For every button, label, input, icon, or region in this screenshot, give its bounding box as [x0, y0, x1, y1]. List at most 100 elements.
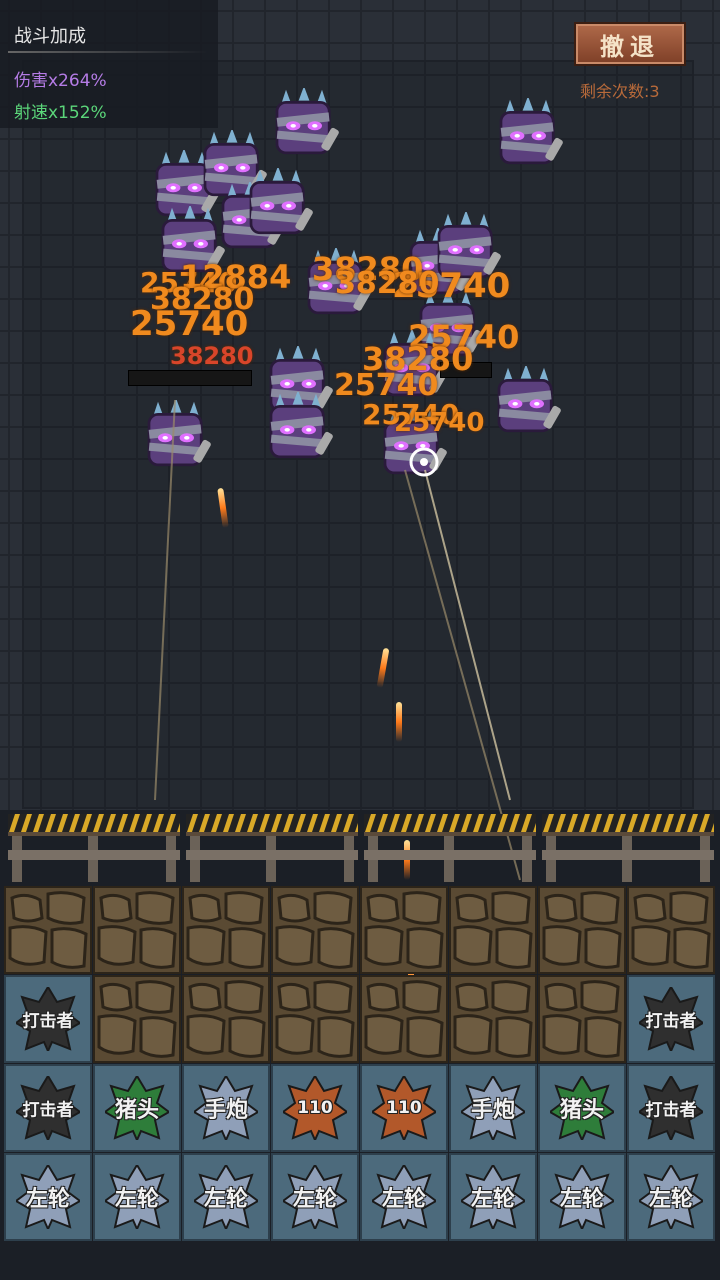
weapon-tile-label: 手炮: [203, 1098, 248, 1123]
bullet: [396, 702, 402, 742]
rock-texture: [364, 980, 444, 1058]
damage-bonus: 伤害x264%: [14, 71, 107, 91]
weapon-tile-label: 手炮: [470, 1098, 515, 1123]
barricade: [8, 814, 180, 882]
enemy-hp-bar: [128, 370, 252, 386]
rock-texture: [275, 980, 355, 1058]
weapon-tile[interactable]: 手炮: [459, 1074, 527, 1143]
board-rock-cell: [271, 975, 359, 1063]
weapon-tile[interactable]: 左轮: [370, 1163, 438, 1232]
weapon-tile[interactable]: 左轮: [281, 1163, 349, 1232]
board-slot[interactable]: 左轮: [4, 1153, 92, 1241]
rock-texture: [186, 891, 266, 969]
tracer-lines: [154, 399, 521, 881]
board-rock-cell: [271, 886, 359, 974]
weapon-tile-label: 打击者: [645, 1011, 697, 1032]
weapon-tile[interactable]: 打击者: [14, 1074, 82, 1143]
rock-texture: [453, 980, 533, 1058]
damage-number: 25740: [130, 304, 249, 344]
damage-number: 25740: [394, 408, 485, 438]
damage-number: 38280: [335, 266, 440, 301]
board-rock-cell: [182, 975, 270, 1063]
board-slot[interactable]: 左轮: [271, 1153, 359, 1241]
board-rock-cell: [538, 886, 626, 974]
weapon-tile-label: 左轮: [381, 1187, 426, 1212]
weapon-board: 打击者 打击者 打击者 猪头 手炮 110 110 手炮 猪头 打击者 左轮 左…: [4, 886, 716, 1242]
weapon-tile-label: 左轮: [470, 1187, 515, 1212]
weapon-tile-label: 左轮: [648, 1187, 693, 1212]
barricade: [364, 814, 536, 882]
weapon-tile-label: 左轮: [25, 1187, 70, 1212]
board-slot[interactable]: 猪头: [93, 1064, 181, 1152]
weapon-tile-label: 左轮: [559, 1187, 604, 1212]
fire-rate-bonus: 射速x152%: [14, 103, 107, 123]
weapon-tile[interactable]: 手炮: [192, 1074, 260, 1143]
rock-texture: [8, 891, 88, 969]
board-slot[interactable]: 打击者: [627, 975, 715, 1063]
weapon-tile[interactable]: 110: [281, 1074, 349, 1143]
buff-title: 战斗加成: [14, 26, 86, 47]
retreat-button[interactable]: 撤退: [574, 22, 686, 66]
board-slot[interactable]: 左轮: [538, 1153, 626, 1241]
weapon-tile[interactable]: 猪头: [103, 1074, 171, 1143]
barricade-row: [0, 810, 720, 886]
board-rock-cell: [360, 975, 448, 1063]
board-slot[interactable]: 110: [360, 1064, 448, 1152]
board-slot[interactable]: 左轮: [182, 1153, 270, 1241]
battle-buff-panel: 战斗加成 伤害x264% 射速x152%: [0, 0, 218, 128]
weapon-tile[interactable]: 左轮: [637, 1163, 705, 1232]
board-slot[interactable]: 猪头: [538, 1064, 626, 1152]
board-rock-cell: [449, 975, 537, 1063]
weapon-tile[interactable]: 打击者: [637, 985, 705, 1054]
board-slot[interactable]: 左轮: [360, 1153, 448, 1241]
board-rock-cell: [4, 886, 92, 974]
weapon-tile[interactable]: 打击者: [637, 1074, 705, 1143]
board-rock-cell: [627, 886, 715, 974]
weapon-tile-label: 打击者: [645, 1100, 697, 1121]
board-rock-cell: [449, 886, 537, 974]
rock-texture: [542, 980, 622, 1058]
board-slot[interactable]: 左轮: [449, 1153, 537, 1241]
weapon-tile-label: 110: [297, 1098, 333, 1118]
board-rock-cell: [93, 886, 181, 974]
rock-texture: [453, 891, 533, 969]
weapon-tile-label: 110: [386, 1098, 422, 1118]
board-slot[interactable]: 110: [271, 1064, 359, 1152]
board-rock-cell: [93, 975, 181, 1063]
weapon-tile[interactable]: 左轮: [14, 1163, 82, 1232]
weapon-tile-label: 打击者: [22, 1011, 74, 1032]
board-rock-cell: [360, 886, 448, 974]
weapon-tile[interactable]: 左轮: [459, 1163, 527, 1232]
board-rock-cell: [538, 975, 626, 1063]
board-slot[interactable]: 手炮: [449, 1064, 537, 1152]
board-rock-cell: [182, 886, 270, 974]
weapon-tile-label: 左轮: [292, 1187, 337, 1212]
weapon-tile[interactable]: 左轮: [103, 1163, 171, 1232]
weapon-tile-label: 左轮: [114, 1187, 159, 1212]
weapon-tile-label: 猪头: [559, 1098, 604, 1123]
rock-texture: [97, 891, 177, 969]
board-slot[interactable]: 左轮: [627, 1153, 715, 1241]
rock-texture: [275, 891, 355, 969]
weapon-tile[interactable]: 打击者: [14, 985, 82, 1054]
weapon-tile[interactable]: 左轮: [192, 1163, 260, 1232]
board-slot[interactable]: 打击者: [627, 1064, 715, 1152]
board-slot[interactable]: 左轮: [93, 1153, 181, 1241]
board-slot[interactable]: 打击者: [4, 1064, 92, 1152]
barricade: [186, 814, 358, 882]
rock-texture: [631, 891, 711, 969]
rock-texture: [542, 891, 622, 969]
weapon-tile-label: 左轮: [203, 1187, 248, 1212]
rock-texture: [364, 891, 444, 969]
damage-number: 38280: [170, 342, 254, 370]
board-slot[interactable]: 手炮: [182, 1064, 270, 1152]
weapon-tile-label: 猪头: [114, 1098, 159, 1123]
divider: [8, 51, 208, 53]
weapon-tile[interactable]: 110: [370, 1074, 438, 1143]
weapon-tile-label: 打击者: [22, 1100, 74, 1121]
board-slot[interactable]: 打击者: [4, 975, 92, 1063]
weapon-tile[interactable]: 左轮: [548, 1163, 616, 1232]
weapon-tile[interactable]: 猪头: [548, 1074, 616, 1143]
retreat-remaining: 剩余次数:3: [580, 82, 660, 101]
rock-texture: [97, 980, 177, 1058]
